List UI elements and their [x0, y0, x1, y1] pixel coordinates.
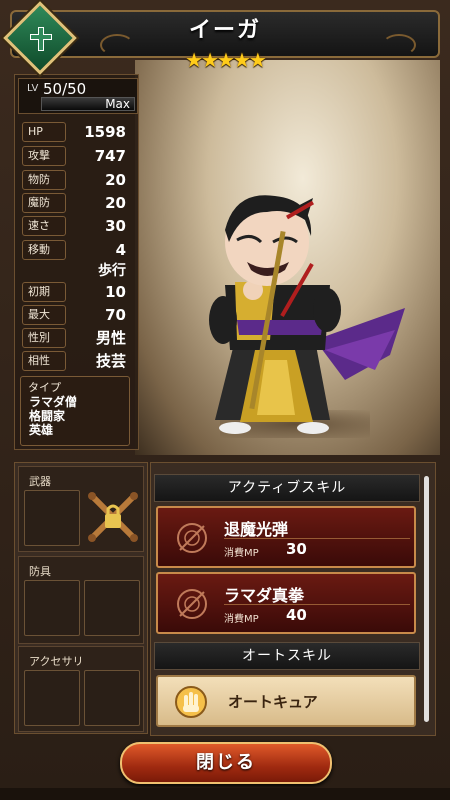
stat-affinity: 相性 技芸 [20, 351, 130, 371]
skill-mp-value: 40 [286, 606, 307, 624]
skill-card-2[interactable]: ラマダ真拳 消費MP 40 [156, 572, 416, 634]
armor-slot-1[interactable] [24, 580, 80, 636]
stat-value: 30 [105, 217, 126, 235]
accessory-slot-1[interactable] [24, 670, 80, 726]
stat-attack: 攻撃 747 [20, 146, 130, 166]
stat-value: 20 [105, 171, 126, 189]
type-item: 英雄 [29, 423, 54, 437]
level-label: LV [27, 83, 39, 94]
skill-divider [224, 604, 410, 605]
stat-label: 性別 [22, 328, 66, 348]
stat-gender: 性別 男性 [20, 328, 130, 348]
unit-detail-screen: イーガ ★★★★★ LV 50/50 Max HP 1598 攻撃 747 物防… [0, 0, 450, 800]
armor-slot-2[interactable] [84, 580, 140, 636]
stat-value: 男性 [95, 329, 126, 347]
accessory-slot-2[interactable] [84, 670, 140, 726]
stat-label: 攻撃 [22, 146, 66, 166]
stat-label: 移動 [22, 240, 66, 260]
skills-scrollbar[interactable] [424, 476, 429, 722]
stat-value: 1598 [84, 123, 126, 141]
stat-movement: 移動 4 歩行 [20, 240, 130, 280]
stat-magic-defense: 魔防 20 [20, 193, 130, 213]
level-max-bar: Max [41, 97, 135, 111]
stat-value-type: 歩行 [98, 263, 126, 279]
character-sprite [209, 195, 405, 434]
skill-name: 退魔光弾 [224, 520, 289, 539]
close-button[interactable]: 閉じる [120, 742, 332, 784]
stat-label: 魔防 [22, 193, 66, 213]
level-row: LV 50/50 Max [18, 78, 138, 114]
skill-card-1[interactable]: 退魔光弾 消費MP 30 [156, 506, 416, 568]
stat-hp: HP 1598 [20, 122, 130, 142]
type-label: タイプ [28, 381, 61, 394]
skill-name: ラマダ真拳 [224, 586, 305, 605]
active-skill-title: アクティブスキル [227, 480, 347, 496]
auto-skill-title: オートスキル [242, 648, 332, 664]
auto-skill-header: オートスキル [154, 642, 420, 670]
weapon-label: 武器 [29, 475, 51, 488]
stat-value: 747 [94, 147, 126, 165]
auto-skill-card[interactable]: オートキュア [156, 675, 416, 727]
stat-value: 10 [105, 283, 126, 301]
skill-locked-icon [177, 589, 207, 619]
stat-label: 最大MP [22, 305, 66, 339]
stat-label: 速さ [22, 216, 66, 236]
stat-value: 70 [105, 306, 126, 324]
level-value: 50/50 [43, 80, 87, 98]
stat-label: 物防 [22, 170, 66, 190]
skill-mp-value: 30 [286, 540, 307, 558]
level-max-label: Max [105, 97, 130, 111]
stat-physical-defense: 物防 20 [20, 170, 130, 190]
stat-value: 4 [115, 241, 126, 259]
stat-speed: 速さ 30 [20, 216, 130, 236]
armor-label: 防具 [29, 565, 51, 578]
stat-value: 20 [105, 194, 126, 212]
cross-emblem-icon [30, 27, 52, 51]
skill-divider [224, 538, 410, 539]
stat-label: HP [22, 122, 66, 142]
skill-mp-label: 消費MP [224, 614, 259, 625]
stat-initial-mp: 初期MP 10 [20, 282, 130, 316]
stat-max-mp: 最大MP 70 [20, 305, 130, 339]
bottom-nav-strip [0, 788, 450, 800]
hand-cure-icon [175, 686, 207, 718]
locked-slot-icon [88, 492, 138, 542]
stat-value: 技芸 [95, 352, 126, 370]
active-skill-header: アクティブスキル [154, 474, 420, 502]
weapon-slot-1[interactable] [24, 490, 80, 546]
close-button-label: 閉じる [196, 752, 256, 773]
rarity-stars: ★★★★★ [185, 48, 267, 72]
type-list: ラマダ僧 格闘家 英雄 [29, 395, 77, 437]
type-item: ラマダ僧 [29, 395, 78, 409]
auto-skill-name: オートキュア [228, 693, 318, 711]
type-item: 格闘家 [29, 409, 66, 423]
stat-label: 相性 [22, 351, 66, 371]
stat-label: 初期MP [22, 282, 66, 316]
skill-mp-label: 消費MP [224, 548, 259, 559]
type-box: タイプ ラマダ僧 格闘家 英雄 [20, 376, 130, 446]
skill-locked-icon [177, 523, 207, 553]
accessory-label: アクセサリ [29, 655, 84, 668]
